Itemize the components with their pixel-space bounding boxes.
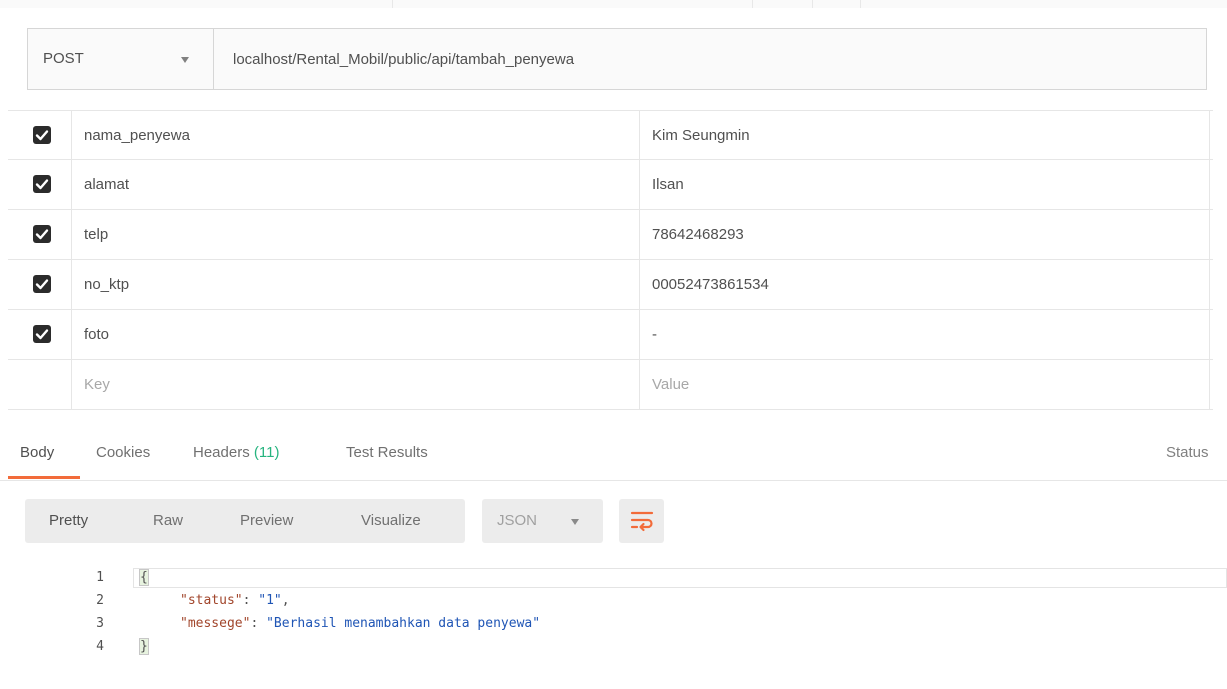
new-value-input[interactable]: Value xyxy=(640,360,1210,409)
caret-down-icon xyxy=(181,57,189,63)
code-line: 3 "messege": "Berhasil menambahkan data … xyxy=(0,614,1227,634)
method-label: POST xyxy=(43,50,84,67)
request-bar: POST xyxy=(27,28,1207,90)
tab-divider xyxy=(752,0,753,8)
json-string: "Berhasil menambahkan data penyewa" xyxy=(266,616,541,631)
param-value[interactable]: 00052473861534 xyxy=(640,260,1210,309)
param-row: nama_penyewa Kim Seungmin xyxy=(8,110,1213,160)
param-value[interactable]: 78642468293 xyxy=(640,210,1210,259)
params-table: nama_penyewa Kim Seungmin alamat Ilsan t… xyxy=(8,110,1213,410)
checkmark-icon xyxy=(35,279,49,290)
tab-headers[interactable]: Headers (11) xyxy=(193,442,279,480)
response-tabs: Body Cookies Headers (11) Test Results S… xyxy=(0,432,1227,481)
line-number: 2 xyxy=(96,593,104,608)
param-value[interactable]: Ilsan xyxy=(640,160,1210,209)
headers-count-badge: (11) xyxy=(253,444,280,461)
method-select[interactable]: POST xyxy=(28,29,214,89)
checkmark-icon xyxy=(35,229,49,240)
top-tab-strip xyxy=(0,0,1227,8)
line-number: 4 xyxy=(96,639,104,654)
tab-cookies[interactable]: Cookies xyxy=(96,442,150,480)
json-key: "messege" xyxy=(180,616,251,631)
view-preview-button[interactable]: Preview xyxy=(240,499,293,543)
param-checkbox[interactable] xyxy=(33,225,51,243)
tab-divider xyxy=(812,0,813,8)
view-visualize-button[interactable]: Visualize xyxy=(361,499,421,543)
param-row: alamat Ilsan xyxy=(8,160,1213,210)
param-key[interactable]: alamat xyxy=(72,160,640,209)
code-text: "status": "1", xyxy=(180,593,290,608)
view-raw-button[interactable]: Raw xyxy=(153,499,183,543)
param-key[interactable]: no_ktp xyxy=(72,260,640,309)
param-check-cell xyxy=(8,260,72,309)
view-mode-toolbar: Pretty Raw Preview Visualize xyxy=(25,499,465,543)
checkmark-icon xyxy=(35,130,49,141)
response-code-viewer[interactable]: 1 { 2 "status": "1", 3 "messege": "Berha… xyxy=(0,560,1227,670)
new-param-row: Key Value xyxy=(8,360,1213,410)
format-select[interactable]: JSON xyxy=(482,499,603,543)
new-key-input[interactable]: Key xyxy=(72,360,640,409)
checkmark-icon xyxy=(35,179,49,190)
json-string: "1" xyxy=(258,593,282,608)
line-number: 1 xyxy=(96,570,104,585)
json-punct: , xyxy=(281,593,290,608)
open-brace: { xyxy=(139,569,149,586)
param-key[interactable]: foto xyxy=(72,310,640,359)
code-line: 2 "status": "1", xyxy=(0,591,1227,611)
code-text: { xyxy=(139,568,149,588)
view-pretty-button[interactable]: Pretty xyxy=(49,499,88,543)
tab-test-results[interactable]: Test Results xyxy=(346,442,428,480)
param-check-cell xyxy=(8,111,72,160)
param-key[interactable]: telp xyxy=(72,210,640,259)
param-checkbox[interactable] xyxy=(33,175,51,193)
param-row: foto - xyxy=(8,310,1213,360)
param-check-cell xyxy=(8,310,72,359)
param-key[interactable]: nama_penyewa xyxy=(72,111,640,160)
status-label: Status xyxy=(1166,444,1209,461)
param-check-cell xyxy=(8,360,72,409)
tab-divider xyxy=(860,0,861,8)
param-checkbox[interactable] xyxy=(33,275,51,293)
checkmark-icon xyxy=(35,329,49,340)
active-tab-indicator xyxy=(8,476,80,479)
param-value[interactable]: - xyxy=(640,310,1210,359)
format-label: JSON xyxy=(497,512,538,529)
wrap-lines-button[interactable] xyxy=(619,499,664,543)
code-text: "messege": "Berhasil menambahkan data pe… xyxy=(180,616,541,631)
code-line: 4 } xyxy=(0,637,1227,657)
param-row: telp 78642468293 xyxy=(8,210,1213,260)
tab-body[interactable]: Body xyxy=(20,442,54,480)
active-line-highlight xyxy=(133,568,1227,588)
param-value[interactable]: Kim Seungmin xyxy=(640,111,1210,160)
param-checkbox[interactable] xyxy=(33,126,51,144)
tab-divider xyxy=(392,0,393,8)
line-number: 3 xyxy=(96,616,104,631)
close-brace: } xyxy=(139,638,149,655)
json-key: "status" xyxy=(180,593,243,608)
tab-headers-label: Headers xyxy=(193,444,250,461)
code-text: } xyxy=(139,637,149,657)
wrap-lines-icon xyxy=(630,511,654,532)
param-checkbox[interactable] xyxy=(33,325,51,343)
caret-down-icon xyxy=(571,519,579,525)
param-check-cell xyxy=(8,210,72,259)
code-line: 1 { xyxy=(0,568,1227,588)
param-check-cell xyxy=(8,160,72,209)
param-row: no_ktp 00052473861534 xyxy=(8,260,1213,310)
url-input[interactable] xyxy=(215,29,1205,89)
